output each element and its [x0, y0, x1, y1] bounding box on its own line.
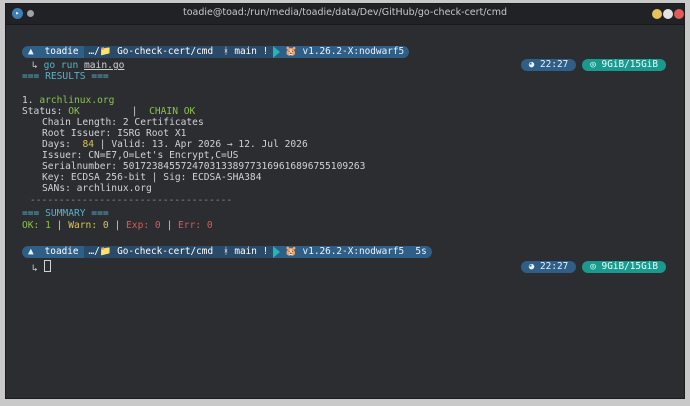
command-text: go run — [43, 60, 84, 71]
summary-pipe: | — [166, 220, 173, 231]
issuer: Issuer: CN=E7,O=Let's Encrypt,C=US — [42, 150, 239, 161]
minimize-button[interactable] — [652, 9, 662, 19]
summary-header: === SUMMARY === — [22, 208, 109, 219]
summary-ok: OK: 1 — [22, 220, 51, 231]
divider: ----------------------------------- — [30, 195, 233, 206]
prompt-time: ◕ 22:27 — [520, 261, 577, 273]
chain-length: Chain Length: 2 Certificates — [42, 117, 204, 128]
text-cursor[interactable] — [43, 260, 51, 272]
prompt-memory: ◎ 9GiB/15GiB — [582, 59, 666, 71]
summary-exp: Exp: 0 — [126, 220, 161, 231]
result-host-line: 1. archlinux.org — [22, 95, 114, 106]
terminal-area[interactable]: ▲ toadie …/📁 Go-check-cert/cmd ᚼ main ! … — [6, 24, 684, 398]
prompt-time: ◕ 22:27 — [520, 59, 577, 71]
command-prefix: ↳ — [32, 60, 38, 71]
maximize-button[interactable] — [663, 9, 673, 19]
summary-line: OK: 1 | Warn: 0 | Exp: 0 | Err: 0 — [22, 220, 213, 231]
window-title: toadie@toad:/run/media/toadie/data/Dev/G… — [183, 7, 507, 18]
result-status-line: Status: OK | CHAIN OK — [22, 106, 195, 117]
terminal-window: ▸ toadie@toad:/run/media/toadie/data/Dev… — [5, 3, 685, 399]
prompt-arrow-icon — [273, 46, 281, 58]
prompt-user: toadie — [39, 46, 84, 58]
sans: SANs: archlinux.org — [42, 183, 152, 194]
key-signature: Key: ECDSA 256-bit | Sig: ECDSA-SHA384 — [42, 172, 262, 183]
summary-warn: Warn: 0 — [68, 220, 109, 231]
prompt-line-2: ▲ toadie …/📁 Go-check-cert/cmd ᚼ main ! … — [22, 246, 432, 258]
prompt-path: …/📁 Go-check-cert/cmd — [83, 246, 219, 258]
prompt-user: toadie — [39, 246, 84, 258]
status-separator: | — [131, 106, 138, 117]
os-icon: ▲ — [22, 246, 40, 258]
prompt-memory: ◎ 9GiB/15GiB — [582, 261, 666, 273]
days-value: 84 — [82, 139, 95, 150]
prompt-git-branch: ᚼ main ! — [218, 246, 274, 258]
serial-number: Serialnumber: 50172384557247031338977316… — [42, 161, 366, 172]
command-arg: main.go — [84, 60, 125, 71]
status-value: OK — [68, 106, 80, 117]
command-line: ↳ go run main.go — [22, 60, 124, 71]
title-bar[interactable]: ▸ toadie@toad:/run/media/toadie/data/Dev… — [6, 4, 684, 25]
prompt-go-version: 🐹 v1.26.2-X:nodwarf5 5s — [280, 246, 432, 258]
root-issuer: Root Issuer: ISRG Root X1 — [42, 128, 187, 139]
result-index: 1. — [22, 95, 34, 106]
input-line[interactable]: ↳ — [22, 260, 51, 274]
prompt-path: …/📁 Go-check-cert/cmd — [83, 46, 219, 58]
right-prompt-2: ◕ 22:27 ◎ 9GiB/15GiB — [520, 261, 666, 273]
prompt-git-branch: ᚼ main ! — [218, 46, 274, 58]
summary-pipe: | — [56, 220, 63, 231]
result-host: archlinux.org — [39, 95, 115, 106]
results-header: === RESULTS === — [22, 71, 109, 82]
days-label: Days: — [42, 139, 71, 150]
right-prompt-1: ◕ 22:27 ◎ 9GiB/15GiB — [520, 59, 666, 71]
status-label: Status: — [22, 106, 63, 117]
valid-range: | Valid: 13. Apr 2026 → 12. Jul 2026 — [99, 139, 308, 150]
chain-status: CHAIN OK — [149, 106, 196, 117]
os-icon: ▲ — [22, 46, 40, 58]
input-prefix: ↳ — [32, 263, 38, 274]
prompt-arrow-icon — [273, 246, 281, 258]
summary-err: Err: 0 — [178, 220, 213, 231]
prompt-go-version: 🐹 v1.26.2-X:nodwarf5 — [280, 46, 410, 58]
close-button[interactable] — [674, 9, 684, 19]
summary-pipe: | — [114, 220, 121, 231]
prompt-line-1: ▲ toadie …/📁 Go-check-cert/cmd ᚼ main ! … — [22, 46, 410, 58]
days-line: Days: 84 | Valid: 13. Apr 2026 → 12. Jul… — [42, 139, 308, 150]
